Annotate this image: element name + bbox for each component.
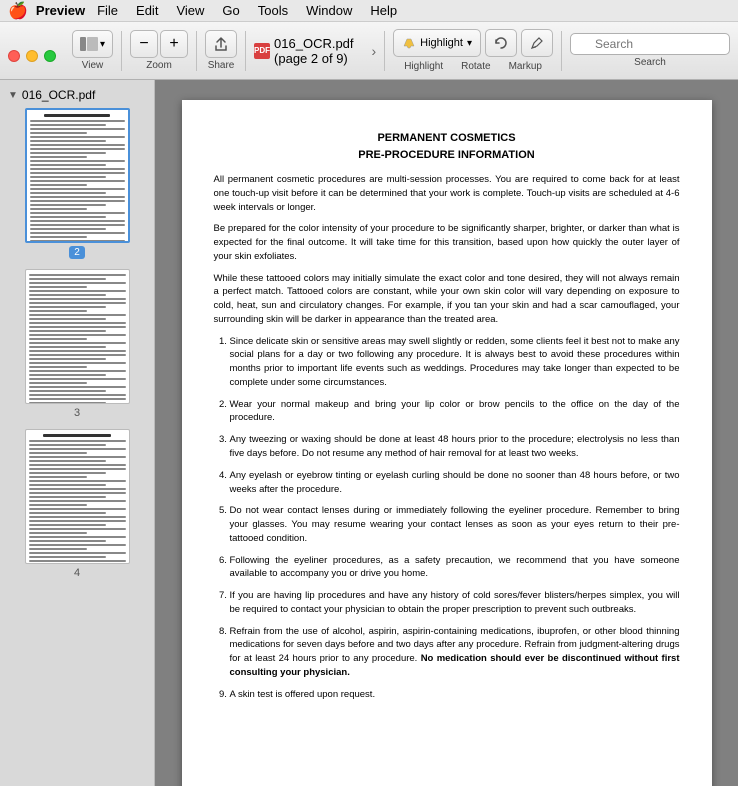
page-num-4: 4 bbox=[74, 567, 80, 579]
sidebar-arrow: ▼ bbox=[8, 90, 18, 101]
sidebar-page-4[interactable]: 4 bbox=[4, 429, 150, 579]
highlight-bottom-label: Highlight bbox=[404, 61, 443, 72]
pdf-para-1: All permanent cosmetic procedures are mu… bbox=[214, 173, 680, 214]
page-num-3: 3 bbox=[74, 407, 80, 419]
pdf-para-2: Be prepared for the color intensity of y… bbox=[214, 222, 680, 263]
highlight-button[interactable]: Highlight ▾ bbox=[393, 29, 481, 57]
share-group: Share bbox=[205, 30, 237, 71]
traffic-lights bbox=[8, 50, 56, 62]
list-item-7: If you are having lip procedures and hav… bbox=[230, 589, 680, 617]
zoom-in-button[interactable]: + bbox=[160, 30, 188, 58]
divider-3 bbox=[245, 31, 246, 71]
menubar-edit[interactable]: Edit bbox=[128, 3, 166, 18]
toolbar-wrapper: ▾ View − + Zoom Share PDF bbox=[0, 22, 738, 80]
view-label: View bbox=[82, 60, 104, 71]
main-area: ▼ 016_OCR.pdf bbox=[0, 80, 738, 786]
search-input[interactable] bbox=[570, 33, 730, 55]
sidebar-thumb-4 bbox=[25, 429, 130, 564]
pdf-page: PERMANENT COSMETICS PRE-PROCEDURE INFORM… bbox=[182, 100, 712, 786]
sidebar-page-2[interactable]: 2 bbox=[4, 108, 150, 259]
list-item-6: Following the eyeliner procedures, as a … bbox=[230, 554, 680, 582]
menubar-view[interactable]: View bbox=[168, 3, 212, 18]
sidebar-page-3[interactable]: 3 bbox=[4, 269, 150, 419]
sidebar-thumb-2 bbox=[25, 108, 130, 243]
title-bar: PDF 016_OCR.pdf (page 2 of 9) › bbox=[254, 36, 376, 66]
pdf-area[interactable]: PERMANENT COSMETICS PRE-PROCEDURE INFORM… bbox=[155, 80, 738, 786]
list-item-9: A skin test is offered upon request. bbox=[230, 688, 680, 702]
menubar: 🍎 Preview File Edit View Go Tools Window… bbox=[0, 0, 738, 22]
divider-1 bbox=[121, 31, 122, 71]
list-item-4: Any eyelash or eyebrow tinting or eyelas… bbox=[230, 469, 680, 497]
menubar-tools[interactable]: Tools bbox=[250, 3, 296, 18]
right-tools: Highlight ▾ Highlight Rotate Markup bbox=[393, 29, 553, 72]
menubar-help[interactable]: Help bbox=[362, 3, 405, 18]
highlight-label: Highlight bbox=[420, 37, 463, 49]
toolbar-bottom-labels: Highlight Rotate Markup bbox=[404, 61, 542, 72]
menubar-file[interactable]: File bbox=[89, 3, 126, 18]
sidebar-filename: 016_OCR.pdf bbox=[22, 88, 95, 102]
markup-bottom-label: Markup bbox=[509, 61, 542, 72]
menubar-app[interactable]: Preview bbox=[36, 3, 85, 18]
search-group: 🔍 Search bbox=[570, 33, 730, 68]
divider-5 bbox=[561, 31, 562, 71]
list-item-8: Refrain from the use of alcohol, aspirin… bbox=[230, 625, 680, 680]
rotate-bottom-label: Rotate bbox=[461, 61, 490, 72]
menubar-window[interactable]: Window bbox=[298, 3, 360, 18]
search-bottom-label: Search bbox=[634, 57, 666, 68]
close-button[interactable] bbox=[8, 50, 20, 62]
list-item-5: Do not wear contact lenses during or imm… bbox=[230, 504, 680, 545]
apple-menu[interactable]: 🍎 bbox=[8, 1, 28, 21]
zoom-out-button[interactable]: − bbox=[130, 30, 158, 58]
divider-2 bbox=[196, 31, 197, 71]
pdf-title-line1: PERMANENT COSMETICS bbox=[214, 130, 680, 147]
share-button[interactable] bbox=[205, 30, 237, 58]
sidebar-header[interactable]: ▼ 016_OCR.pdf bbox=[4, 88, 150, 108]
pdf-para-3: While these tattooed colors may initiall… bbox=[214, 272, 680, 327]
pdf-icon: PDF bbox=[254, 43, 270, 59]
minimize-button[interactable] bbox=[26, 50, 38, 62]
zoom-group: − + Zoom bbox=[130, 30, 188, 71]
list-item-2: Wear your normal makeup and bring your l… bbox=[230, 398, 680, 426]
pdf-title: PERMANENT COSMETICS PRE-PROCEDURE INFORM… bbox=[214, 130, 680, 163]
page-badge-2: 2 bbox=[69, 246, 85, 259]
rotate-button[interactable] bbox=[485, 29, 517, 57]
sidebar: ▼ 016_OCR.pdf bbox=[0, 80, 155, 786]
markup-button[interactable] bbox=[521, 29, 553, 57]
title-chevron[interactable]: › bbox=[371, 43, 376, 59]
pdf-list: Since delicate skin or sensitive areas m… bbox=[230, 335, 680, 702]
view-group: ▾ View bbox=[72, 30, 113, 71]
pdf-title-line2: PRE-PROCEDURE INFORMATION bbox=[214, 147, 680, 164]
zoom-label: Zoom bbox=[146, 60, 172, 71]
list-item-1: Since delicate skin or sensitive areas m… bbox=[230, 335, 680, 390]
view-button[interactable]: ▾ bbox=[72, 30, 113, 58]
share-label: Share bbox=[208, 60, 235, 71]
document-title: 016_OCR.pdf (page 2 of 9) bbox=[274, 36, 367, 66]
divider-4 bbox=[384, 31, 385, 71]
toolbar: ▾ View − + Zoom Share PDF bbox=[0, 22, 738, 80]
list-item-3: Any tweezing or waxing should be done at… bbox=[230, 433, 680, 461]
sidebar-thumb-3 bbox=[25, 269, 130, 404]
search-wrapper: 🔍 bbox=[570, 33, 730, 55]
menubar-go[interactable]: Go bbox=[214, 3, 247, 18]
maximize-button[interactable] bbox=[44, 50, 56, 62]
